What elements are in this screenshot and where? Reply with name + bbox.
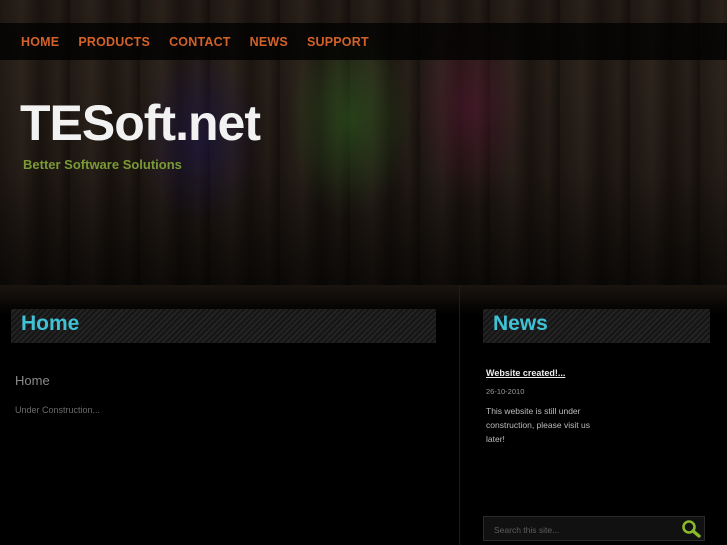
page-body-text: Under Construction... <box>15 405 101 415</box>
nav-news[interactable]: NEWS <box>250 35 288 49</box>
nav-products[interactable]: PRODUCTS <box>78 35 150 49</box>
top-strip <box>0 0 727 23</box>
site-logo[interactable]: TESoft.net <box>20 98 261 148</box>
main-title: Home <box>21 312 80 335</box>
news-item-date: 26-10-2010 <box>486 387 525 396</box>
nav-home[interactable]: HOME <box>21 35 59 49</box>
nav-support[interactable]: SUPPORT <box>307 35 369 49</box>
nav-contact[interactable]: CONTACT <box>169 35 231 49</box>
search-icon[interactable] <box>681 519 703 539</box>
column-divider <box>459 285 460 545</box>
sidebar-box-title: News <box>483 309 710 343</box>
site-tagline: Better Software Solutions <box>23 157 182 172</box>
search-box <box>483 516 705 541</box>
main-box-title: Home <box>11 309 436 343</box>
news-item-text: This website is still under construction… <box>486 406 590 444</box>
page-heading: Home <box>15 373 50 388</box>
content-area: Home News Home Under Construction... Web… <box>0 285 727 545</box>
search-input[interactable] <box>492 521 676 538</box>
news-item-link[interactable]: Website created!... <box>486 368 565 378</box>
sidebar-title: News <box>493 312 548 335</box>
main-nav: HOME PRODUCTS CONTACT NEWS SUPPORT <box>0 23 727 60</box>
